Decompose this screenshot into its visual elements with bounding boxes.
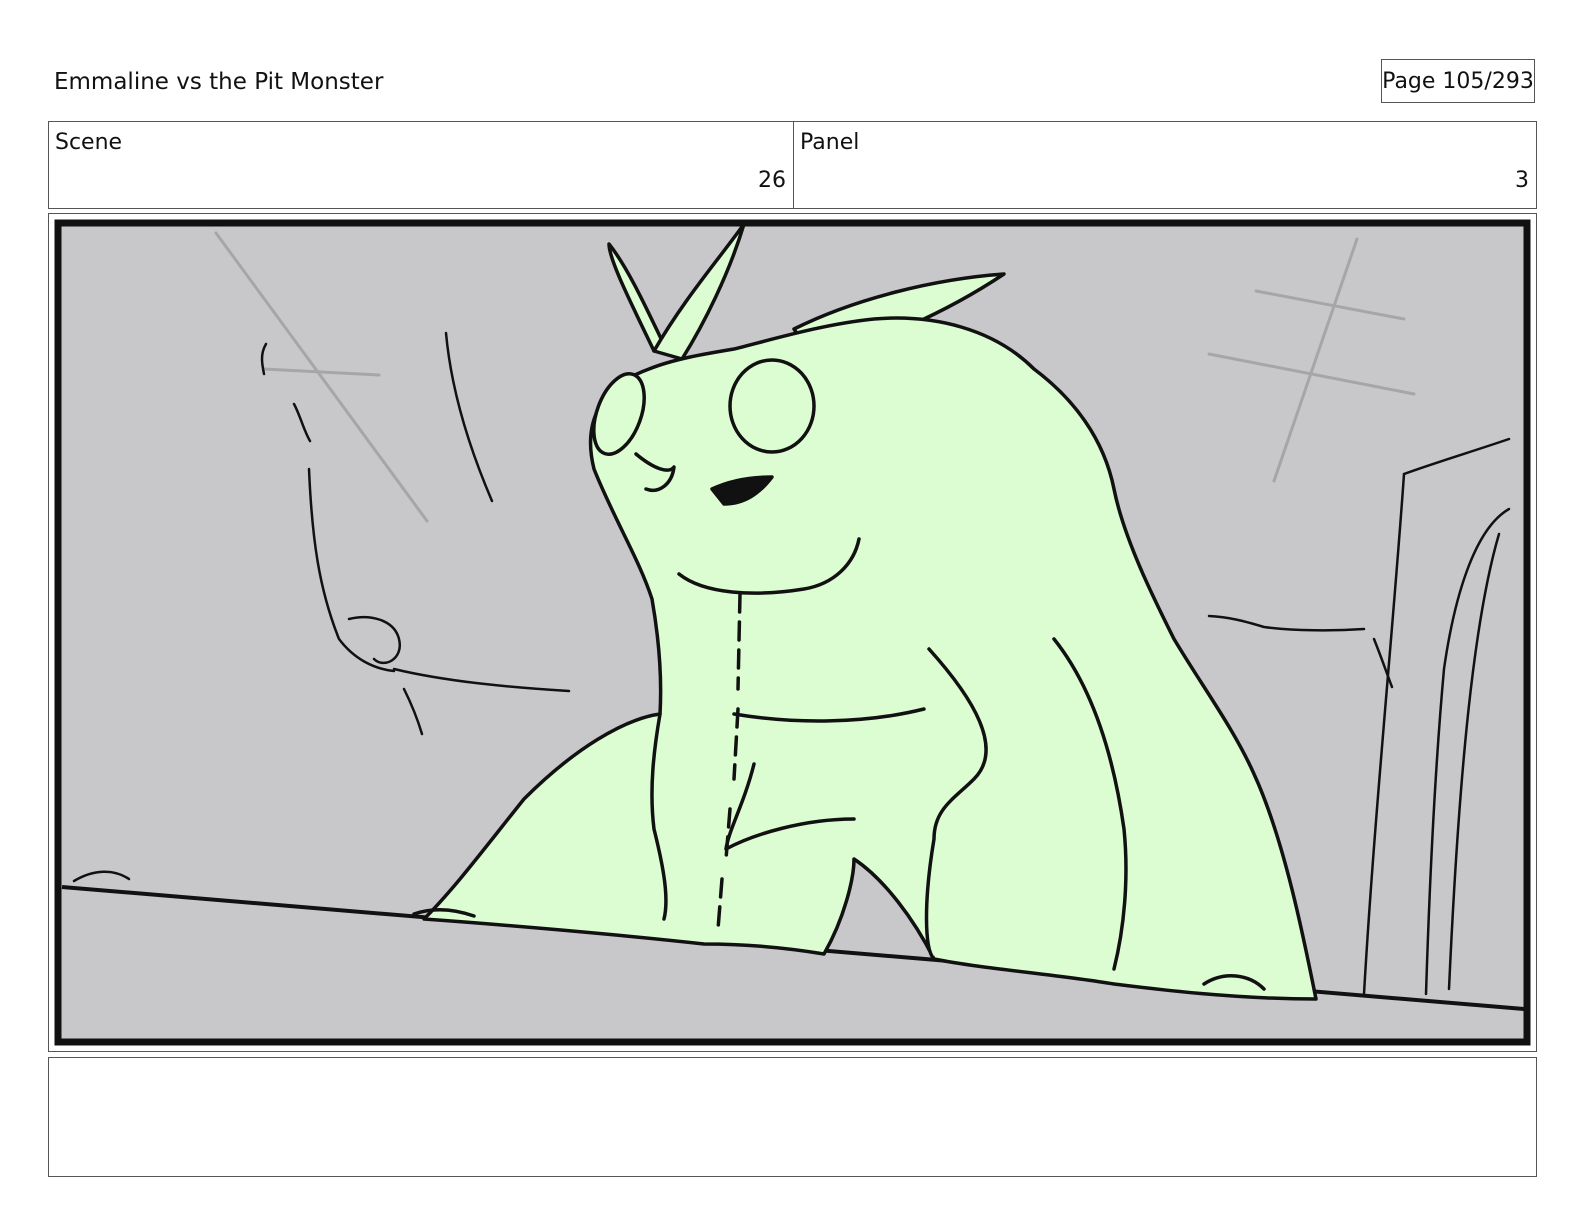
document-title: Emmaline vs the Pit Monster — [54, 69, 384, 95]
page-number: Page 105/293 — [1381, 59, 1535, 103]
panel-notes — [48, 1057, 1537, 1177]
scene-cell: Scene 26 — [49, 122, 794, 208]
panel-cell: Panel 3 — [794, 122, 1536, 208]
panel-label: Panel — [800, 130, 860, 155]
scene-label: Scene — [55, 130, 123, 155]
scene-number: 26 — [758, 168, 786, 193]
scene-panel-row: Scene 26 Panel 3 — [48, 121, 1537, 209]
storyboard-drawing — [54, 219, 1531, 1046]
storyboard-frame — [48, 213, 1537, 1052]
monster-eye-right — [728, 358, 816, 454]
panel-number: 3 — [1515, 168, 1529, 193]
